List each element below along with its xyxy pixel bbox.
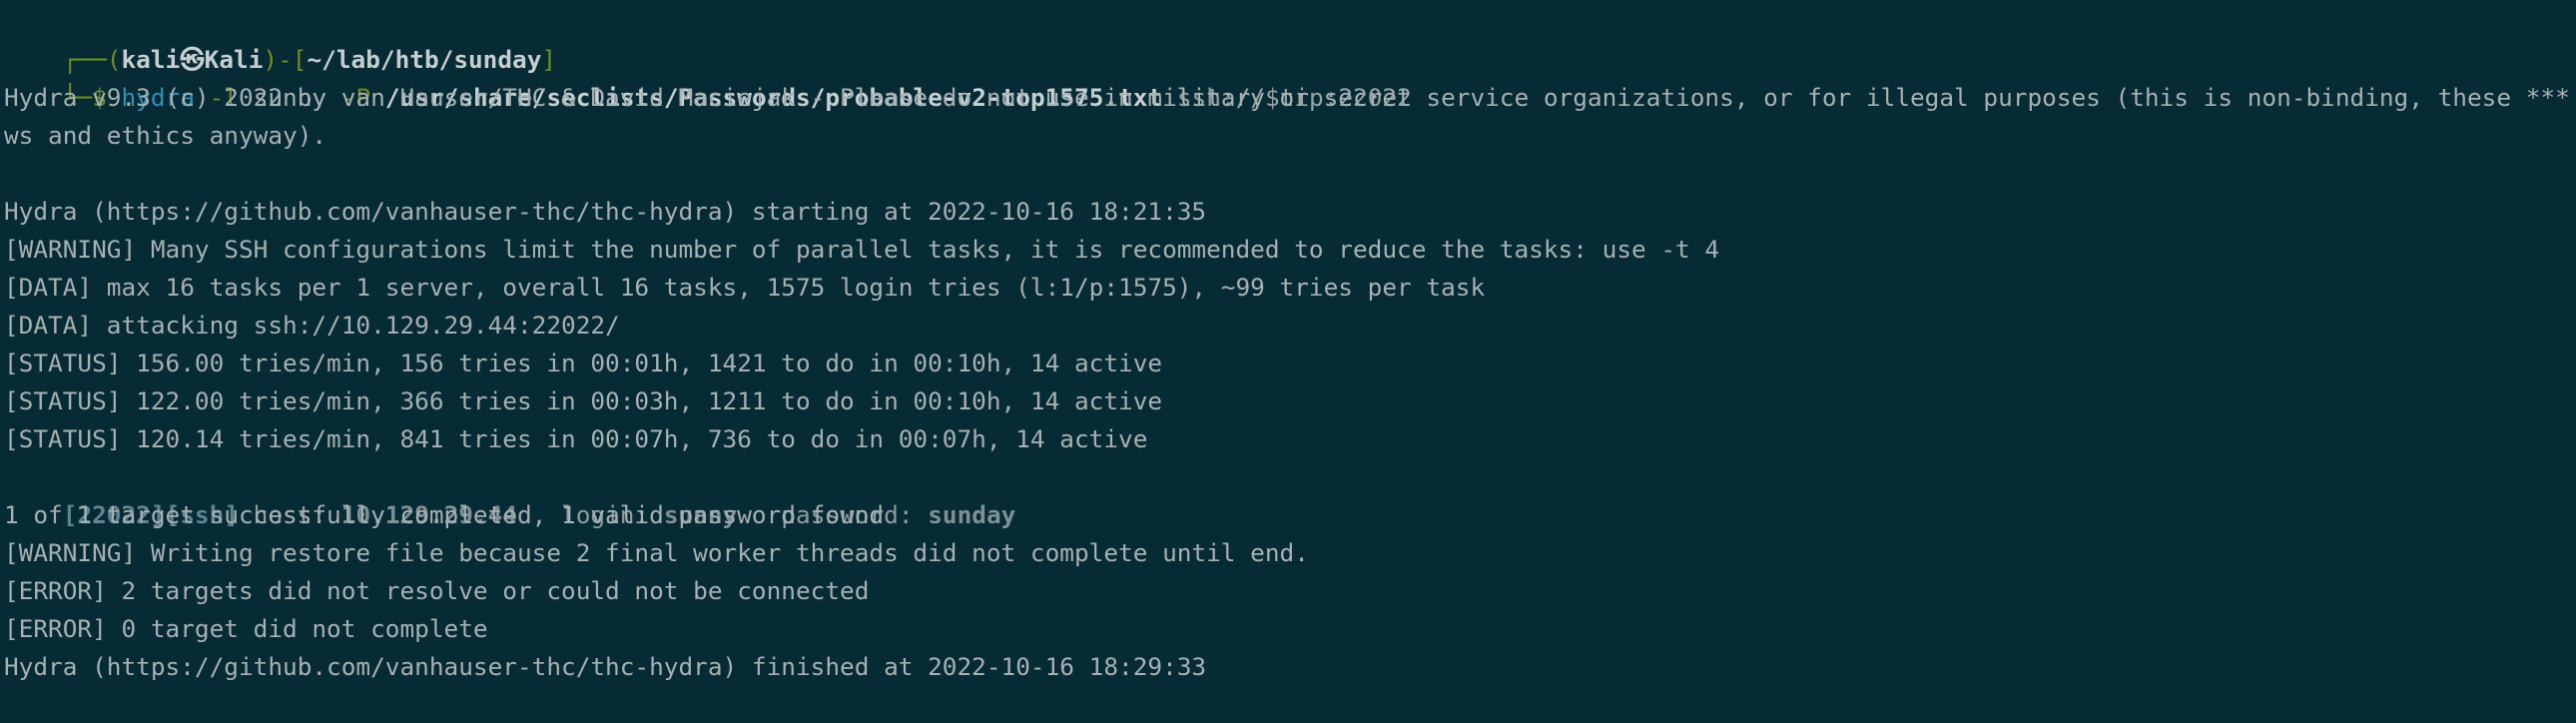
- prompt-user: kali: [121, 45, 181, 74]
- error-resolve-line: [ERROR] 2 targets did not resolve or cou…: [4, 576, 870, 605]
- warning-restore-line: [WARNING] Writing restore file because 2…: [4, 538, 1309, 567]
- prompt-frame-left: ┌──(: [62, 45, 122, 74]
- prompt-path-open: )-[: [263, 45, 308, 74]
- prompt-at-symbol: ㉿: [180, 45, 205, 74]
- status-line-1: [STATUS] 156.00 tries/min, 156 tries in …: [4, 349, 1163, 377]
- hydra-finish-line: Hydra (https://github.com/vanhauser-thc/…: [4, 652, 1207, 681]
- found-password: sunday: [928, 500, 1016, 529]
- warning-tasks-line: [WARNING] Many SSH configurations limit …: [4, 235, 1720, 264]
- hydra-banner-line-2: ws and ethics anyway).: [4, 121, 327, 150]
- terminal-window[interactable]: ┌──(kali㉿Kali)-[~/lab/htb/sunday] └─$ hy…: [0, 0, 2576, 723]
- complete-line: 1 of 1 target successfully completed, 1 …: [4, 500, 885, 529]
- data-tasks-line: [DATA] max 16 tasks per 1 server, overal…: [4, 273, 1486, 302]
- hydra-banner-line-1: Hydra v9.3 (c) 2022 by van Hauser/THC & …: [4, 83, 2576, 112]
- data-attack-line: [DATA] attacking ssh://10.129.29.44:2202…: [4, 311, 620, 340]
- prompt-header: ┌──(kali㉿Kali)-[~/lab/htb/sunday]: [4, 3, 2576, 74]
- status-line-3: [STATUS] 120.14 tries/min, 841 tries in …: [4, 424, 1148, 453]
- prompt-path: ~/lab/htb/sunday: [307, 45, 542, 74]
- prompt-path-close: ]: [541, 45, 557, 74]
- prompt-host: Kali: [204, 45, 264, 74]
- found-credentials-line: [22022][ssh] host: 10.129.29.44 login: s…: [4, 458, 2576, 529]
- error-complete-line: [ERROR] 0 target did not complete: [4, 614, 488, 643]
- status-line-2: [STATUS] 122.00 tries/min, 366 tries in …: [4, 386, 1163, 415]
- hydra-start-line: Hydra (https://github.com/vanhauser-thc/…: [4, 197, 1207, 226]
